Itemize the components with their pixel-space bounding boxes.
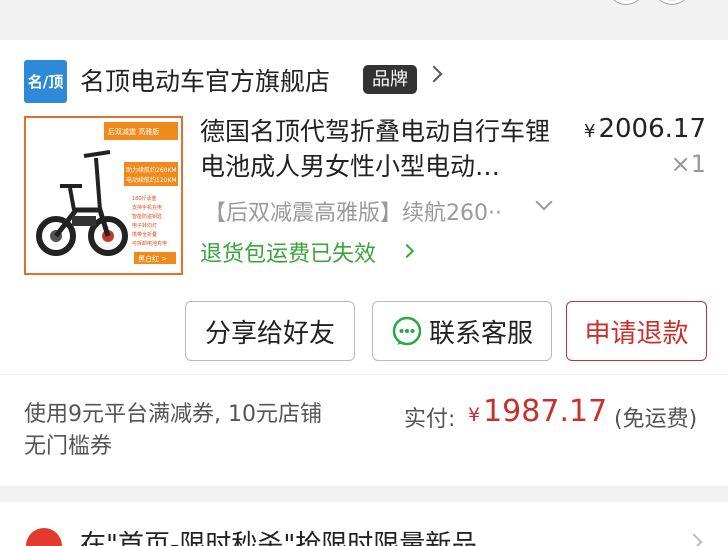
free-shipping-note: (免运费) bbox=[614, 407, 698, 432]
image-range2: 电动续航约120KM bbox=[126, 176, 177, 184]
image-feature: 携带全折叠 bbox=[132, 231, 157, 238]
return-shipping-note[interactable]: 退货包运费已失效 bbox=[200, 236, 376, 268]
product-image[interactable]: 后双减震 高雅版 助力续航约260KM 电动续航约120KM 180斤承重 支持… bbox=[24, 116, 183, 275]
image-color-label: 黑白红 > bbox=[138, 254, 167, 263]
contact-button-label: 联系客服 bbox=[428, 318, 533, 349]
avatar bbox=[608, 0, 644, 4]
price-value: 2006.17 bbox=[598, 114, 706, 144]
refund-button-label: 申请退款 bbox=[584, 318, 689, 349]
store-logo[interactable]: 名/顶 bbox=[24, 60, 67, 103]
refund-button[interactable]: 申请退款 bbox=[566, 301, 707, 361]
top-avatars bbox=[608, 0, 690, 4]
avatar bbox=[654, 0, 690, 4]
promo-text: 在"首页-限时秒杀"抢限时限量新品 bbox=[80, 530, 478, 546]
order-card: 名/顶 名顶电动车官方旗舰店 品牌 后双减震 高雅版 助力续航约260KM 电动… bbox=[0, 40, 728, 486]
chevron-right-icon[interactable] bbox=[425, 65, 443, 83]
paid-label: 实付: bbox=[404, 407, 456, 432]
contact-service-button[interactable]: 联系客服 bbox=[372, 301, 552, 361]
product-variant[interactable]: 【后双减震高雅版】续航260·· bbox=[204, 195, 524, 227]
image-feature: 电子转向灯 bbox=[132, 222, 157, 229]
paid-value: 1987.17 bbox=[483, 394, 608, 429]
chevron-down-icon[interactable] bbox=[535, 193, 553, 211]
bike-illustration: 后双减震 高雅版 助力续航约260KM 电动续航约120KM 180斤承重 支持… bbox=[26, 118, 181, 273]
currency-symbol: ¥ bbox=[584, 121, 596, 142]
chevron-right-icon[interactable] bbox=[685, 533, 703, 546]
currency-symbol: ¥ bbox=[468, 404, 481, 426]
share-button-label: 分享给好友 bbox=[204, 318, 335, 349]
product-quantity: ×1 bbox=[670, 150, 706, 178]
product-price: ¥2006.17 bbox=[584, 114, 706, 144]
top-strip bbox=[0, 0, 728, 24]
store-name[interactable]: 名顶电动车官方旗舰店 bbox=[80, 62, 330, 98]
image-tag: 后双减震 高雅版 bbox=[108, 127, 159, 136]
share-button[interactable]: 分享给好友 bbox=[185, 301, 355, 361]
product-title[interactable]: 德国名顶代驾折叠电动自行车锂电池成人男女性小型电动… bbox=[200, 114, 560, 184]
coupon-text: 使用9元平台满减券, 10元店铺无门槛券 bbox=[24, 402, 322, 459]
paid-amount: ¥1987.17 bbox=[468, 394, 607, 429]
image-feature: 可拆卸电池充电 bbox=[132, 240, 167, 247]
promo-card[interactable]: 秒 在"首页-限时秒杀"抢限时限量新品 bbox=[0, 502, 728, 546]
image-feature: 支持手机充电 bbox=[132, 204, 162, 211]
image-feature: 智能防盗钥匙 bbox=[132, 213, 162, 220]
image-range1: 助力续航约260KM bbox=[126, 166, 177, 174]
brand-badge: 品牌 bbox=[363, 65, 417, 94]
divider bbox=[0, 374, 728, 375]
flash-sale-icon: 秒 bbox=[26, 528, 62, 546]
chat-icon bbox=[392, 316, 422, 346]
chevron-right-icon[interactable] bbox=[399, 243, 415, 259]
image-feature: 180斤承重 bbox=[132, 195, 157, 202]
